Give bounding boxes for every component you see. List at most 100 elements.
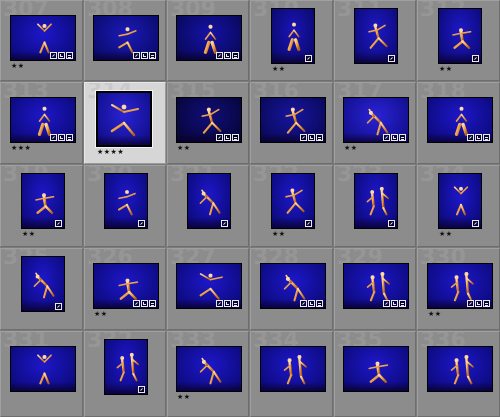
- edit-badge-icon[interactable]: [472, 55, 479, 62]
- meta-badge-icon[interactable]: [316, 134, 323, 141]
- thumbnail-cell[interactable]: 332: [84, 331, 166, 417]
- meta-badge-icon[interactable]: [232, 52, 239, 59]
- meta-badge-icon[interactable]: [232, 134, 239, 141]
- edit-badge-icon[interactable]: [305, 220, 312, 227]
- star-rating[interactable]: ★★: [177, 394, 191, 401]
- meta-badge-icon[interactable]: [399, 134, 406, 141]
- meta-badge-icon[interactable]: [483, 300, 490, 307]
- thumbnail-cell[interactable]: 317 ★★: [334, 82, 416, 164]
- meta-badge-icon[interactable]: [316, 300, 323, 307]
- thumbnail-cell[interactable]: 331: [0, 331, 83, 417]
- crop-badge-icon[interactable]: [58, 52, 65, 59]
- thumbnail-cell[interactable]: 318: [417, 82, 500, 164]
- thumbnail-cell[interactable]: 327: [167, 248, 249, 330]
- star-rating[interactable]: ★★: [344, 145, 358, 152]
- crop-badge-icon[interactable]: [141, 52, 148, 59]
- edit-badge-icon[interactable]: [216, 52, 223, 59]
- photo-thumbnail[interactable]: [427, 346, 493, 392]
- crop-badge-icon[interactable]: [308, 134, 315, 141]
- edit-badge-icon[interactable]: [388, 220, 395, 227]
- thumbnail-cell[interactable]: 323: [334, 165, 416, 247]
- thumbnail-cell[interactable]: 334: [250, 331, 333, 417]
- star-rating[interactable]: ★★★★: [97, 149, 124, 156]
- edit-badge-icon[interactable]: [383, 134, 390, 141]
- thumbnail-cell[interactable]: 320: [84, 165, 166, 247]
- thumbnail-cell[interactable]: 326 ★★: [84, 248, 166, 330]
- crop-badge-icon[interactable]: [141, 300, 148, 307]
- crop-badge-icon[interactable]: [224, 52, 231, 59]
- edit-badge-icon[interactable]: [383, 300, 390, 307]
- edit-badge-icon[interactable]: [300, 134, 307, 141]
- crop-badge-icon[interactable]: [391, 300, 398, 307]
- thumbnail-cell[interactable]: 312★★: [417, 0, 500, 81]
- meta-badge-icon[interactable]: [483, 134, 490, 141]
- edit-badge-icon[interactable]: [467, 134, 474, 141]
- edit-badge-icon[interactable]: [133, 300, 140, 307]
- meta-badge-icon[interactable]: [232, 300, 239, 307]
- crop-badge-icon[interactable]: [58, 134, 65, 141]
- thumbnail-cell[interactable]: 330 ★★: [417, 248, 500, 330]
- thumbnail-cell[interactable]: 315 ★★: [167, 82, 249, 164]
- thumbnail-cell[interactable]: 328: [250, 248, 333, 330]
- edit-badge-icon[interactable]: [50, 52, 57, 59]
- edit-badge-icon[interactable]: [305, 55, 312, 62]
- thumbnail-cell[interactable]: 336: [417, 331, 500, 417]
- thumbnail-cell[interactable]: 325: [0, 248, 83, 330]
- edit-badge-icon[interactable]: [133, 52, 140, 59]
- thumbnail-cell[interactable]: 311: [334, 0, 416, 81]
- star-rating[interactable]: ★★: [439, 231, 453, 238]
- photo-thumbnail[interactable]: [260, 346, 326, 392]
- star-rating[interactable]: ★★★: [11, 145, 31, 152]
- star-rating[interactable]: ★★: [94, 311, 108, 318]
- thumbnail-cell[interactable]: 310★★: [250, 0, 333, 81]
- thumbnail-cell[interactable]: 321: [167, 165, 249, 247]
- thumbnail-cell[interactable]: 309: [167, 0, 249, 81]
- thumbnail-cell[interactable]: 335: [334, 331, 416, 417]
- photo-thumbnail[interactable]: [10, 346, 76, 392]
- thumbnail-cell[interactable]: 329: [334, 248, 416, 330]
- thumbnail-cell[interactable]: 308: [84, 0, 166, 81]
- star-rating[interactable]: ★★: [11, 63, 25, 70]
- thumbnail-cell[interactable]: 324★★: [417, 165, 500, 247]
- edit-badge-icon[interactable]: [388, 55, 395, 62]
- edit-badge-icon[interactable]: [472, 220, 479, 227]
- edit-badge-icon[interactable]: [216, 300, 223, 307]
- edit-badge-icon[interactable]: [138, 386, 145, 393]
- meta-badge-icon[interactable]: [66, 52, 73, 59]
- thumbnail-badges: [472, 55, 479, 62]
- star-rating[interactable]: ★★: [22, 231, 36, 238]
- crop-badge-icon[interactable]: [475, 300, 482, 307]
- thumbnail-cell[interactable]: 333 ★★: [167, 331, 249, 417]
- crop-badge-icon[interactable]: [224, 134, 231, 141]
- photo-thumbnail[interactable]: [343, 346, 409, 392]
- edit-badge-icon[interactable]: [138, 220, 145, 227]
- crop-badge-icon[interactable]: [308, 300, 315, 307]
- star-rating[interactable]: ★★: [272, 66, 286, 73]
- star-rating[interactable]: ★★: [272, 231, 286, 238]
- thumbnail-cell[interactable]: 316: [250, 82, 333, 164]
- photo-thumbnail[interactable]: [95, 90, 153, 148]
- photo-thumbnail[interactable]: [176, 346, 242, 392]
- edit-badge-icon[interactable]: [216, 134, 223, 141]
- edit-badge-icon[interactable]: [221, 220, 228, 227]
- meta-badge-icon[interactable]: [66, 134, 73, 141]
- thumbnail-cell[interactable]: 314★★★★: [84, 82, 166, 164]
- meta-badge-icon[interactable]: [399, 300, 406, 307]
- thumbnail-cell[interactable]: 313 ★★★: [0, 82, 83, 164]
- thumbnail-cell[interactable]: 307 ★★: [0, 0, 83, 81]
- meta-badge-icon[interactable]: [149, 300, 156, 307]
- star-rating[interactable]: ★★: [439, 66, 453, 73]
- edit-badge-icon[interactable]: [55, 220, 62, 227]
- star-rating[interactable]: ★★: [428, 311, 442, 318]
- meta-badge-icon[interactable]: [149, 52, 156, 59]
- thumbnail-cell[interactable]: 319★★: [0, 165, 83, 247]
- edit-badge-icon[interactable]: [467, 300, 474, 307]
- edit-badge-icon[interactable]: [50, 134, 57, 141]
- thumbnail-cell[interactable]: 322★★: [250, 165, 333, 247]
- crop-badge-icon[interactable]: [391, 134, 398, 141]
- crop-badge-icon[interactable]: [475, 134, 482, 141]
- crop-badge-icon[interactable]: [224, 300, 231, 307]
- edit-badge-icon[interactable]: [55, 303, 62, 310]
- edit-badge-icon[interactable]: [300, 300, 307, 307]
- star-rating[interactable]: ★★: [177, 145, 191, 152]
